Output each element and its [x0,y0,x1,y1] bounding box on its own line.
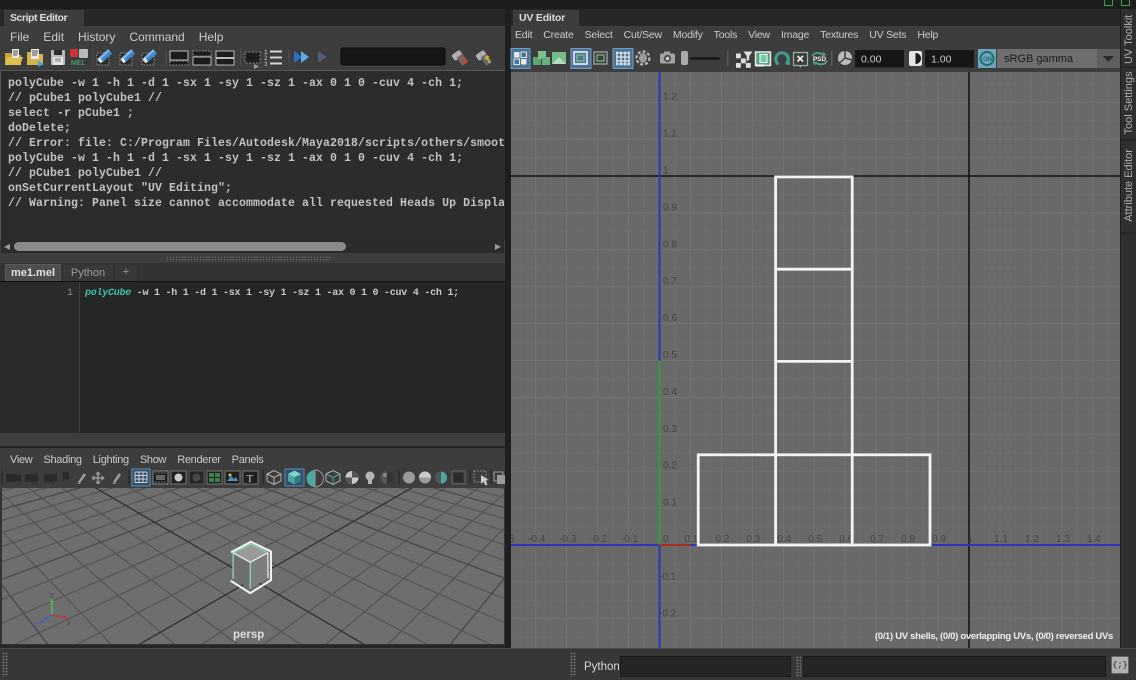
svg-text:0.4: 0.4 [663,387,677,398]
svg-text:sRGB gamma: sRGB gamma [1004,53,1074,65]
svg-text:1: 1 [967,534,973,545]
svg-text:0.9: 0.9 [663,202,677,213]
svg-text:0.5: 0.5 [808,534,822,545]
svg-text:0.7: 0.7 [870,534,884,545]
svg-text:z: z [35,622,39,629]
svg-text:x: x [67,620,71,627]
svg-text:0.4: 0.4 [777,534,791,545]
svg-text:0.2: 0.2 [663,461,677,472]
svg-text:0.3: 0.3 [746,534,760,545]
svg-text:1.3: 1.3 [1056,534,1070,545]
svg-text:0.6: 0.6 [663,313,677,324]
svg-text:1.4: 1.4 [1087,534,1101,545]
svg-text:persp: persp [233,629,264,641]
svg-text:T: T [247,473,254,485]
svg-text:y: y [50,591,54,598]
svg-text:0.7: 0.7 [663,276,677,287]
svg-text:1.2: 1.2 [1025,534,1039,545]
svg-text:1.1: 1.1 [994,534,1008,545]
svg-text:(0/1) UV shells, (0/0) overlap: (0/1) UV shells, (0/0) overlapping UVs, … [875,631,1113,642]
svg-text:0.2: 0.2 [715,534,729,545]
svg-text:0.3: 0.3 [663,424,677,435]
svg-text:UV Toolkit: UV Toolkit [1123,15,1135,64]
svg-text:0.5: 0.5 [663,350,677,361]
svg-text:0: 0 [663,534,669,545]
svg-text:1.2: 1.2 [663,92,677,103]
svg-text:-0.4: -0.4 [528,534,546,545]
svg-text:0.9: 0.9 [932,534,946,545]
svg-text:0.1: 0.1 [663,498,677,509]
svg-text:1: 1 [663,166,669,177]
svg-text:Attribute Editor: Attribute Editor [1123,149,1135,222]
svg-text:1.00: 1.00 [931,54,952,66]
svg-text:-0.2: -0.2 [659,608,677,619]
svg-text:PSD: PSD [813,56,827,63]
svg-text:0.00: 0.00 [861,54,882,66]
svg-text:-0.1: -0.1 [659,571,677,582]
svg-text:-0.1: -0.1 [621,534,639,545]
svg-text:0.1: 0.1 [684,534,698,545]
svg-text:Tool Settings: Tool Settings [1123,71,1135,134]
svg-text:-0.2: -0.2 [590,534,608,545]
svg-text:-0.3: -0.3 [559,534,577,545]
svg-text:-0.5: -0.5 [511,534,515,545]
svg-text:ON: ON [983,57,992,63]
svg-text:1.1: 1.1 [663,129,677,140]
svg-text:0.8: 0.8 [663,239,677,250]
svg-text:0.8: 0.8 [901,534,915,545]
